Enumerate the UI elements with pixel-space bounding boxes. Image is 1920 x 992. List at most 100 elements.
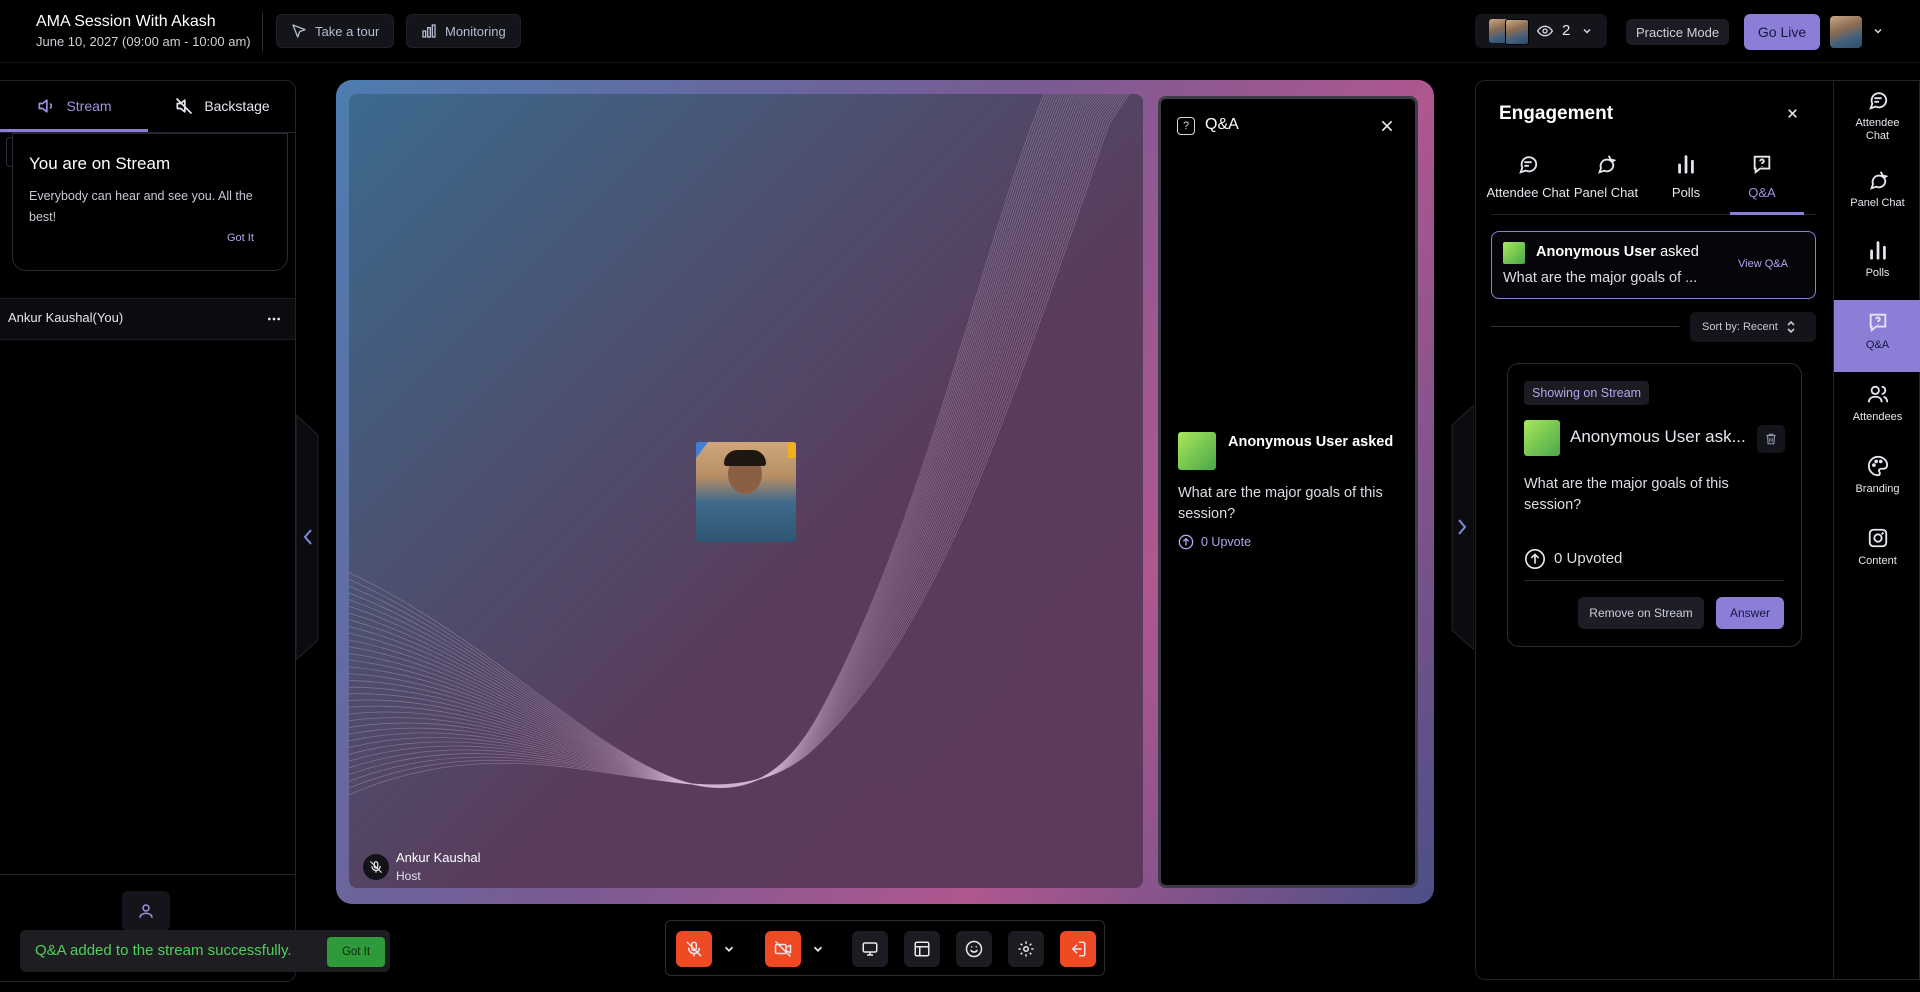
showing-on-stream-badge: Showing on Stream <box>1524 381 1650 405</box>
tab-label: Attendee Chat <box>1486 185 1570 200</box>
mic-toggle-button[interactable] <box>676 931 712 967</box>
rail-item-panel-chat[interactable]: Panel Chat <box>1834 169 1920 209</box>
camera-toggle-button[interactable] <box>765 931 801 967</box>
chevron-down-icon[interactable] <box>1872 25 1884 37</box>
panel-chat-icon <box>1595 153 1617 175</box>
participant-row[interactable]: Ankur Kaushal(You) <box>0 298 295 340</box>
qa-overlay-asker: Anonymous User asked <box>1228 434 1394 450</box>
rail-label: Branding <box>1855 483 1900 495</box>
attendees-icon <box>1867 383 1889 405</box>
monitoring-label: Monitoring <box>445 23 506 39</box>
speaker-role: Host <box>396 869 421 883</box>
engagement-title: Engagement <box>1499 103 1614 124</box>
settings-button[interactable] <box>1008 931 1044 967</box>
anonymous-avatar <box>1503 242 1525 264</box>
go-live-button[interactable]: Go Live <box>1744 14 1820 50</box>
upvote-icon[interactable] <box>1524 548 1546 570</box>
mic-options-button[interactable] <box>716 931 742 967</box>
tour-flag-icon <box>291 23 307 39</box>
speaker-name: Ankur Kaushal <box>396 850 481 865</box>
rail-item-branding[interactable]: Branding <box>1834 455 1920 495</box>
event-date: June 10, 2027 (09:00 am - 10:00 am) <box>36 34 251 49</box>
invite-user-button[interactable] <box>122 891 170 931</box>
rail-label: Q&A <box>1865 339 1890 351</box>
tab-backstage-label: Backstage <box>204 98 270 114</box>
viewer-avatar <box>1505 19 1529 45</box>
qa-icon: ? <box>1177 117 1195 135</box>
more-options-icon[interactable] <box>266 311 282 327</box>
rail-item-qa[interactable]: Q&A <box>1834 311 1920 351</box>
qa-icon <box>1867 311 1889 333</box>
speaker-off-icon <box>174 96 194 116</box>
tab-label: Q&A <box>1748 185 1776 200</box>
speaker-video-tile: Ankur Kaushal Host <box>349 94 1143 888</box>
featured-asked: asked <box>1660 244 1699 260</box>
close-icon[interactable] <box>1379 118 1395 134</box>
rail-item-attendees[interactable]: Attendees <box>1834 383 1920 423</box>
viewer-widget[interactable]: 2 <box>1475 14 1607 48</box>
rail-item-content[interactable]: Content <box>1834 527 1920 567</box>
user-icon <box>137 902 155 920</box>
sort-chevron-icon <box>1786 320 1796 334</box>
anonymous-avatar <box>1178 432 1216 470</box>
event-title: AMA Session With Akash <box>36 13 216 30</box>
rail-label: Attendee Chat <box>1855 117 1900 142</box>
stream-notice-card: You are on Stream Everybody can hear and… <box>12 133 288 271</box>
viewer-count: 2 <box>1562 22 1571 39</box>
layout-icon <box>913 940 931 958</box>
tab-qa[interactable]: Q&A <box>1732 153 1792 200</box>
chevron-down-icon <box>811 942 825 956</box>
tab-attendee-chat[interactable]: Attendee Chat <box>1478 153 1578 200</box>
featured-question: What are the major goals of ... <box>1503 270 1698 286</box>
upvote-count: 0 Upvoted <box>1554 550 1623 567</box>
gear-icon <box>1017 940 1035 958</box>
right-collapse-handle[interactable] <box>1450 405 1474 650</box>
media-toolbar <box>665 920 1105 976</box>
left-collapse-handle[interactable] <box>296 415 320 660</box>
upvote-icon <box>1178 534 1194 550</box>
speaker-icon <box>36 96 56 116</box>
question-card: Showing on Stream Anonymous User ask... … <box>1507 363 1802 647</box>
view-qa-link[interactable]: View Q&A <box>1738 258 1788 270</box>
chevron-down-icon <box>1581 25 1593 37</box>
screen-share-button[interactable] <box>852 931 888 967</box>
rail-label: Polls <box>1865 267 1890 279</box>
chevron-down-icon <box>722 942 736 956</box>
eye-icon <box>1537 23 1553 39</box>
monitoring-button[interactable]: Monitoring <box>406 14 521 48</box>
tab-backstage[interactable]: Backstage <box>148 81 296 131</box>
qa-overlay-question: What are the major goals of this session… <box>1178 485 1383 522</box>
sort-dropdown[interactable]: Sort by: Recent <box>1690 312 1816 342</box>
sort-label: Sort by: Recent <box>1702 321 1778 333</box>
tab-polls[interactable]: Polls <box>1656 153 1716 200</box>
practice-mode-badge: Practice Mode <box>1626 19 1730 45</box>
tab-panel-chat[interactable]: Panel Chat <box>1566 153 1646 200</box>
tab-stream[interactable]: Stream <box>0 81 148 131</box>
answer-button[interactable]: Answer <box>1716 597 1784 629</box>
user-avatar[interactable] <box>1830 16 1862 48</box>
featured-asker: Anonymous User asked <box>1536 244 1699 260</box>
divider <box>1524 580 1784 581</box>
remove-on-stream-button[interactable]: Remove on Stream <box>1578 597 1704 629</box>
polls-icon <box>1675 153 1697 175</box>
participant-name: Ankur Kaushal(You) <box>8 310 124 325</box>
camera-options-button[interactable] <box>805 931 831 967</box>
anonymous-avatar <box>1524 420 1560 456</box>
active-tab-indicator <box>1730 212 1804 215</box>
tab-label: Polls <box>1671 185 1701 200</box>
take-tour-button[interactable]: Take a tour <box>276 14 395 48</box>
reactions-button[interactable] <box>956 931 992 967</box>
polls-icon <box>1867 239 1889 261</box>
rail-item-attendee-chat[interactable]: Attendee Chat <box>1834 89 1920 143</box>
rail-item-polls[interactable]: Polls <box>1834 239 1920 279</box>
success-toast: Q&A added to the stream successfully. Go… <box>20 930 390 972</box>
featured-question-card[interactable]: Anonymous User asked What are the major … <box>1491 231 1816 299</box>
panel-chat-icon <box>1867 169 1889 191</box>
close-icon[interactable] <box>1786 107 1799 120</box>
notice-got-it-button[interactable]: Got It <box>227 232 254 244</box>
delete-button[interactable] <box>1757 425 1785 453</box>
toast-got-it-button[interactable]: Got It <box>327 937 385 967</box>
leave-button[interactable] <box>1060 931 1096 967</box>
trash-icon <box>1764 432 1778 446</box>
layout-button[interactable] <box>904 931 940 967</box>
